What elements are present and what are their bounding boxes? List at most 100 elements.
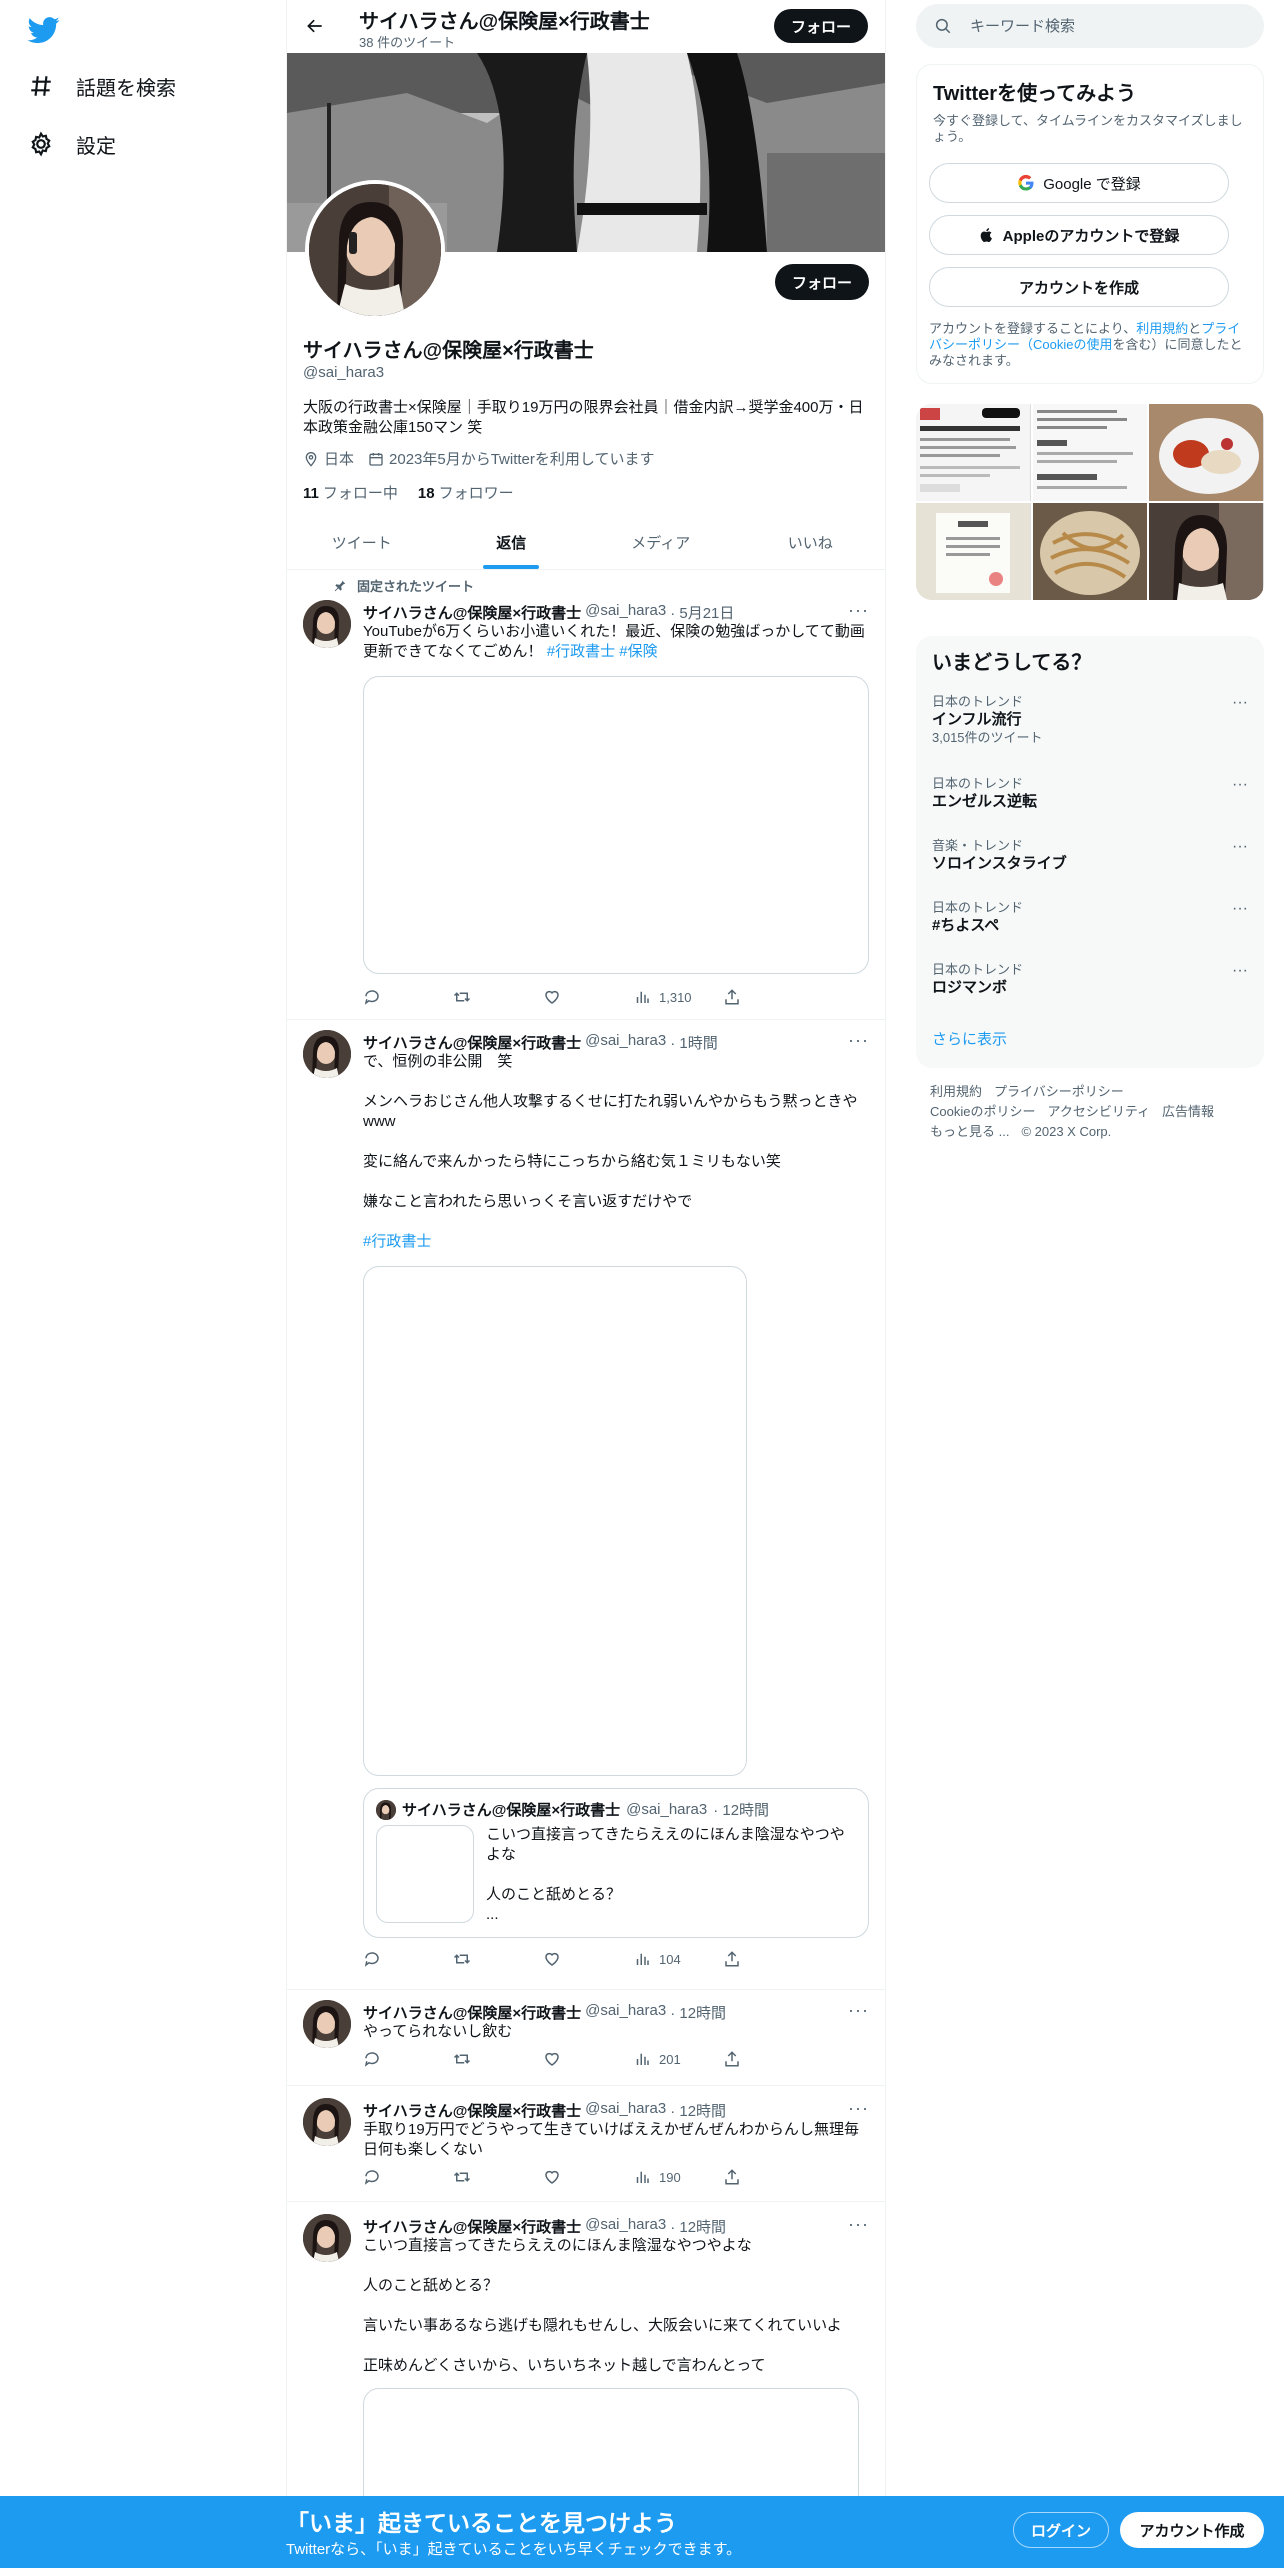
share-button[interactable]	[723, 2050, 783, 2068]
profile-name: サイハラさん@保険屋×行政書士	[303, 340, 594, 362]
tweet-author-name[interactable]: サイハラさん@保険屋×行政書士	[363, 602, 581, 623]
tweet-hashtag[interactable]: #行政書士	[363, 1232, 873, 1252]
media-thumbnail[interactable]	[1149, 404, 1264, 501]
nav-explore[interactable]: 話題を検索	[28, 66, 176, 106]
more-icon[interactable]: ···	[848, 2000, 869, 2021]
tweet-author-handle[interactable]: @sai_hara3	[585, 602, 666, 623]
tweet-author-handle[interactable]: @sai_hara3	[585, 2002, 666, 2023]
share-icon	[723, 2168, 741, 2186]
more-icon[interactable]: ···	[848, 600, 869, 621]
views-button[interactable]: 1,310	[633, 988, 693, 1006]
media-thumbnail[interactable]	[916, 404, 1031, 501]
trend-item[interactable]: 日本のトレンド インフル流行 3,015件のツイート ···	[932, 694, 1248, 746]
tweet-time[interactable]: · 12時間	[670, 2002, 726, 2023]
tweet-avatar[interactable]	[303, 2214, 351, 2262]
twitter-logo-icon[interactable]	[28, 14, 60, 46]
views-button[interactable]: 190	[633, 2168, 693, 2186]
like-button[interactable]	[543, 2050, 603, 2068]
following-stat[interactable]: 11 フォロー中	[303, 482, 398, 503]
tweet-time[interactable]: · 12時間	[670, 2216, 726, 2237]
footer-link[interactable]: プライバシーポリシー	[994, 1084, 1124, 1099]
more-icon[interactable]: ···	[1232, 962, 1248, 980]
google-signup-button[interactable]: Google で登録	[929, 163, 1229, 203]
tweet[interactable]: サイハラさん@保険屋×行政書士 @sai_hara3 · 12時間 ··· 手取…	[287, 2086, 885, 2202]
apple-signup-button[interactable]: Appleのアカウントで登録	[929, 215, 1229, 255]
views-button[interactable]: 104	[633, 1950, 693, 1968]
tweet[interactable]: サイハラさん@保険屋×行政書士 @sai_hara3 · 12時間 ··· やっ…	[287, 1990, 885, 2086]
more-icon[interactable]: ···	[1232, 900, 1248, 918]
like-button[interactable]	[543, 988, 603, 1006]
tweet-author-handle[interactable]: @sai_hara3	[585, 1032, 666, 1053]
terms-link[interactable]: 利用規約	[1136, 321, 1188, 336]
footer-link[interactable]: もっと見る ...	[930, 1124, 1009, 1139]
reply-button[interactable]	[363, 2050, 423, 2068]
retweet-button[interactable]	[453, 1950, 513, 1968]
share-button[interactable]	[723, 2168, 783, 2186]
reply-button[interactable]	[363, 1950, 423, 1968]
header-follow-button[interactable]: フォロー	[774, 9, 868, 43]
tab-media[interactable]: メディア	[586, 516, 736, 569]
footer-link[interactable]: アクセシビリティ	[1047, 1104, 1150, 1119]
footer-link[interactable]: 広告情報	[1162, 1104, 1214, 1119]
trend-item[interactable]: 日本のトレンド ロジマンボ ···	[932, 962, 1248, 998]
signup-button[interactable]: アカウント作成	[1120, 2512, 1264, 2548]
tweet-author-handle[interactable]: @sai_hara3	[585, 2216, 666, 2237]
like-button[interactable]	[543, 1950, 603, 1968]
media-thumbnail[interactable]	[1032, 503, 1148, 600]
share-button[interactable]	[723, 988, 783, 1006]
tweet[interactable]: サイハラさん@保険屋×行政書士 @sai_hara3 · 1時間 ··· で、恒…	[287, 1020, 885, 1990]
more-icon[interactable]: ···	[848, 1030, 869, 1051]
tweet-author-name[interactable]: サイハラさん@保険屋×行政書士	[363, 2216, 581, 2237]
like-button[interactable]	[543, 2168, 603, 2186]
footer-link[interactable]: Cookieのポリシー	[930, 1104, 1035, 1119]
views-button[interactable]: 201	[633, 2050, 693, 2068]
tweet-time[interactable]: · 5月21日	[670, 602, 734, 623]
back-arrow-icon[interactable]	[301, 12, 329, 40]
tweet-author-name[interactable]: サイハラさん@保険屋×行政書士	[363, 1032, 581, 1053]
quoted-tweet[interactable]: サイハラさん@保険屋×行政書士 @sai_hara3 · 12時間 こいつ直接言…	[363, 1788, 869, 1938]
tweet-time[interactable]: · 1時間	[670, 1032, 718, 1053]
profile-follow-button[interactable]: フォロー	[775, 264, 869, 300]
more-icon[interactable]: ···	[1232, 694, 1248, 712]
share-button[interactable]	[723, 1950, 783, 1968]
trend-item[interactable]: 日本のトレンド エンゼルス逆転 ···	[932, 776, 1248, 812]
tweet-author-handle[interactable]: @sai_hara3	[585, 2100, 666, 2121]
trend-item[interactable]: 音楽・トレンド ソロインスタライブ ···	[932, 838, 1248, 874]
tweet-author-name[interactable]: サイハラさん@保険屋×行政書士	[363, 2002, 581, 2023]
tab-likes[interactable]: いいね	[736, 516, 886, 569]
trends-show-more[interactable]: さらに表示	[932, 1028, 1007, 1049]
tweet-media[interactable]	[363, 676, 869, 974]
tweet-time[interactable]: · 12時間	[670, 2100, 726, 2121]
tweet-author-name[interactable]: サイハラさん@保険屋×行政書士	[363, 2100, 581, 2121]
media-thumbnail[interactable]	[916, 503, 1031, 600]
trend-item[interactable]: 日本のトレンド #ちよスペ ···	[932, 900, 1248, 936]
tweet-media[interactable]	[363, 1266, 747, 1776]
retweet-button[interactable]	[453, 2050, 513, 2068]
profile-avatar[interactable]	[305, 180, 445, 320]
tweet-avatar[interactable]	[303, 600, 351, 648]
tweet-avatar[interactable]	[303, 2098, 351, 2146]
followers-stat[interactable]: 18 フォロワー	[418, 482, 514, 503]
create-account-button[interactable]: アカウントを作成	[929, 267, 1229, 307]
more-icon[interactable]: ···	[848, 2214, 869, 2235]
login-button[interactable]: ログイン	[1013, 2512, 1109, 2548]
tab-replies[interactable]: 返信	[437, 516, 587, 569]
footer-link[interactable]: 利用規約	[930, 1084, 982, 1099]
media-thumbnail[interactable]	[1032, 404, 1148, 501]
more-icon[interactable]: ···	[1232, 776, 1248, 794]
retweet-button[interactable]	[453, 2168, 513, 2186]
search-input[interactable]	[970, 17, 1230, 35]
nav-settings[interactable]: 設定	[28, 124, 116, 164]
more-icon[interactable]: ···	[1232, 838, 1248, 856]
tweet-hashtags[interactable]: #行政書士 #保険	[547, 643, 658, 660]
tweet-avatar[interactable]	[303, 1030, 351, 1078]
reply-button[interactable]	[363, 988, 423, 1006]
retweet-button[interactable]	[453, 988, 513, 1006]
reply-button[interactable]	[363, 2168, 423, 2186]
tweet-avatar[interactable]	[303, 2000, 351, 2048]
tab-tweets[interactable]: ツイート	[287, 516, 437, 569]
more-icon[interactable]: ···	[848, 2098, 869, 2119]
tweet-pinned[interactable]: 固定されたツイート サイハラさん@保険屋×行政書士 @sai_hara3 · 5…	[287, 570, 885, 1020]
search-box[interactable]	[916, 4, 1264, 48]
media-thumbnail[interactable]	[1149, 503, 1264, 600]
